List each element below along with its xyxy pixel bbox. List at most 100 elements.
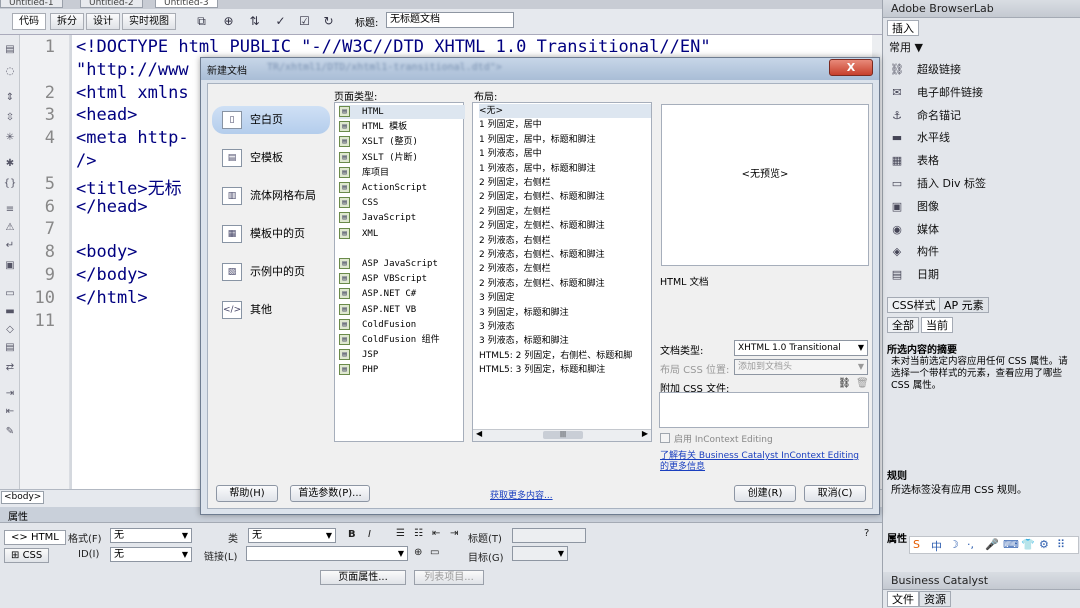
page-type-item[interactable]: ▤ HTML 模板 bbox=[339, 120, 465, 134]
tag-selector-body[interactable]: <body> bbox=[1, 491, 45, 504]
ime-button-icon[interactable]: ·, bbox=[967, 538, 974, 551]
page-type-item[interactable]: ▤ HTML bbox=[339, 105, 465, 119]
help-icon[interactable]: ? bbox=[864, 528, 869, 539]
page-type-item[interactable]: ▤ ColdFusion 组件 bbox=[339, 333, 465, 347]
help-button[interactable]: 帮助(H) bbox=[216, 485, 278, 502]
layout-horizontal-scrollbar[interactable]: ◀ ||| ▶ bbox=[473, 429, 651, 441]
scroll-left-icon[interactable]: ◀ bbox=[476, 429, 482, 438]
collapse-selection-icon[interactable]: ⇳ bbox=[3, 111, 17, 125]
html-mode-button[interactable]: <> HTML bbox=[4, 530, 66, 545]
indent-icon[interactable]: ⇥ bbox=[450, 528, 458, 539]
page-type-item[interactable]: ▤ CSS bbox=[339, 196, 465, 210]
page-type-item[interactable]: ▤ JSP bbox=[339, 348, 465, 362]
browse-folder-icon[interactable]: ▭ bbox=[430, 547, 439, 558]
target-select[interactable]: ▼ bbox=[512, 546, 568, 561]
layout-item[interactable]: 2 列液态，右侧栏 bbox=[479, 234, 651, 248]
insert-tab[interactable]: 插入 bbox=[887, 20, 919, 36]
page-properties-button[interactable]: 页面属性... bbox=[320, 570, 406, 585]
page-type-item[interactable]: ▤ ASP.NET VB bbox=[339, 303, 465, 317]
layout-css-select[interactable]: 添加到文档头 ▼ bbox=[734, 359, 868, 375]
category-item[interactable]: </> 其他 bbox=[212, 296, 330, 324]
page-type-item[interactable]: ▤ JavaScript bbox=[339, 211, 465, 225]
file-management-icon[interactable]: ⇅ bbox=[246, 14, 263, 29]
apply-comment-icon[interactable]: ▭ bbox=[3, 287, 17, 301]
format-source-icon[interactable]: ✎ bbox=[3, 425, 17, 439]
line-numbers-icon[interactable]: ≡ bbox=[3, 203, 17, 217]
css-mode-button[interactable]: ⊞ CSS bbox=[4, 548, 50, 563]
remove-comment-icon[interactable]: ▬ bbox=[3, 305, 17, 319]
close-button[interactable]: X bbox=[829, 59, 873, 76]
ime-button-icon[interactable]: ⌨ bbox=[1003, 538, 1019, 551]
category-item[interactable]: ▯ 空白页 bbox=[212, 106, 330, 134]
business-catalyst-link[interactable]: 了解有关 Business Catalyst InContext Editing… bbox=[660, 451, 860, 473]
bold-button[interactable]: B bbox=[348, 529, 356, 540]
layout-item[interactable]: 3 列固定，标题和脚注 bbox=[479, 306, 651, 320]
incontext-checkbox[interactable] bbox=[660, 433, 670, 443]
assets-tab[interactable]: 资源 bbox=[919, 591, 951, 607]
multiscreen-icon[interactable]: ⧉ bbox=[193, 14, 210, 29]
ime-button-icon[interactable]: 👕 bbox=[1021, 538, 1035, 551]
layout-item[interactable]: HTML5: 3 列固定，标题和脚注 bbox=[479, 363, 651, 377]
link-css-icon[interactable]: ⛓ bbox=[838, 378, 851, 389]
category-item[interactable]: ▥ 流体网格布局 bbox=[212, 182, 330, 210]
category-item[interactable]: ▧ 示例中的页 bbox=[212, 258, 330, 286]
layout-list[interactable]: <无> 1 列固定，居中 1 列固定，居中，标题和脚注 1 列液态，居中 1 列液态，居… bbox=[472, 102, 652, 442]
title-input[interactable]: 无标题文档 bbox=[386, 12, 514, 28]
get-more-content-link[interactable]: 获取更多内容... bbox=[490, 488, 553, 501]
refresh-icon[interactable]: ↻ bbox=[320, 14, 337, 29]
cancel-button[interactable]: 取消(C) bbox=[804, 485, 866, 502]
show-code-navigator-icon[interactable]: ◌ bbox=[3, 65, 17, 79]
ime-button-icon[interactable]: ⚙ bbox=[1039, 538, 1049, 551]
doc-tab-3[interactable]: Untitled-3 bbox=[155, 0, 218, 8]
scroll-thumb[interactable]: ||| bbox=[543, 431, 583, 439]
unordered-list-icon[interactable]: ☰ bbox=[396, 528, 405, 539]
insert-item[interactable]: ▬ 水平线 bbox=[889, 130, 950, 146]
id-select[interactable]: 无 ▼ bbox=[110, 547, 192, 562]
insert-item[interactable]: ▦ 表格 bbox=[889, 153, 939, 169]
page-type-item[interactable]: ▤ XSLT (整页) bbox=[339, 135, 465, 149]
outdent-code-icon[interactable]: ⇤ bbox=[3, 405, 17, 419]
ime-button-icon[interactable]: ⠿ bbox=[1057, 538, 1065, 551]
page-type-item[interactable]: ▤ PHP bbox=[339, 363, 465, 377]
category-item[interactable]: ▦ 模板中的页 bbox=[212, 220, 330, 248]
list-item-button[interactable]: 列表项目... bbox=[414, 570, 484, 585]
layout-item[interactable]: 2 列液态，左侧栏 bbox=[479, 262, 651, 276]
doc-tab-2[interactable]: Untitled-2 bbox=[80, 0, 143, 8]
word-wrap-icon[interactable]: ↵ bbox=[3, 239, 17, 253]
link-input[interactable]: ▼ bbox=[246, 546, 408, 561]
page-type-list[interactable]: ▤ HTML ▤ HTML 模板 ▤ XSLT (整页) ▤ XSLT (片断) ▤ 库项目 ▤ Ac… bbox=[334, 102, 465, 442]
select-parent-tag-icon[interactable]: ✱ bbox=[3, 157, 17, 171]
attached-css-list[interactable] bbox=[659, 392, 869, 428]
recent-snippets-icon[interactable]: ▤ bbox=[3, 341, 17, 355]
layout-item[interactable]: 2 列固定，左侧栏、标题和脚注 bbox=[479, 219, 651, 233]
all-button[interactable]: 全部 bbox=[887, 317, 919, 333]
current-button[interactable]: 当前 bbox=[921, 317, 953, 333]
layout-item[interactable]: 3 列液态 bbox=[479, 320, 651, 334]
page-type-item[interactable]: ▤ XSLT (片断) bbox=[339, 151, 465, 165]
expand-all-icon[interactable]: ✳ bbox=[3, 131, 17, 145]
collapse-tag-icon[interactable]: ⇕ bbox=[3, 91, 17, 105]
balance-braces-icon[interactable]: {} bbox=[3, 177, 17, 191]
page-type-item[interactable]: ▤ ASP VBScript bbox=[339, 272, 465, 286]
insert-item[interactable]: ◉ 媒体 bbox=[889, 222, 939, 238]
layout-item[interactable]: 2 列固定，右侧栏、标题和脚注 bbox=[479, 190, 651, 204]
layout-item[interactable]: HTML5: 2 列固定，右侧栏、标题和脚 bbox=[479, 349, 651, 363]
layout-item[interactable]: 2 列液态，左侧栏、标题和脚注 bbox=[479, 277, 651, 291]
ime-button-icon[interactable]: ☽ bbox=[949, 538, 959, 551]
layout-item[interactable]: 1 列固定，居中，标题和脚注 bbox=[479, 133, 651, 147]
live-view-button[interactable]: 实时视图 bbox=[122, 13, 176, 30]
highlight-invalid-icon[interactable]: ⚠ bbox=[3, 221, 17, 235]
insert-item[interactable]: ▭ 插入 Div 标签 bbox=[889, 176, 986, 192]
layout-item[interactable]: 1 列固定，居中 bbox=[479, 118, 651, 132]
title-field[interactable] bbox=[512, 528, 586, 543]
layout-item[interactable]: 2 列液态，右侧栏、标题和脚注 bbox=[479, 248, 651, 262]
browserlab-header[interactable]: Adobe BrowserLab bbox=[883, 0, 1080, 18]
layout-item[interactable]: 1 列液态，居中，标题和脚注 bbox=[479, 162, 651, 176]
page-type-item[interactable]: ▤ 库项目 bbox=[339, 166, 465, 180]
page-type-item[interactable]: ▤ ActionScript bbox=[339, 181, 465, 195]
open-documents-icon[interactable]: ▤ bbox=[3, 43, 17, 57]
italic-button[interactable]: I bbox=[368, 529, 371, 540]
move-css-icon[interactable]: ⇄ bbox=[3, 361, 17, 375]
layout-item[interactable]: 1 列液态，居中 bbox=[479, 147, 651, 161]
check-browser-icon[interactable]: ☑ bbox=[296, 14, 313, 29]
